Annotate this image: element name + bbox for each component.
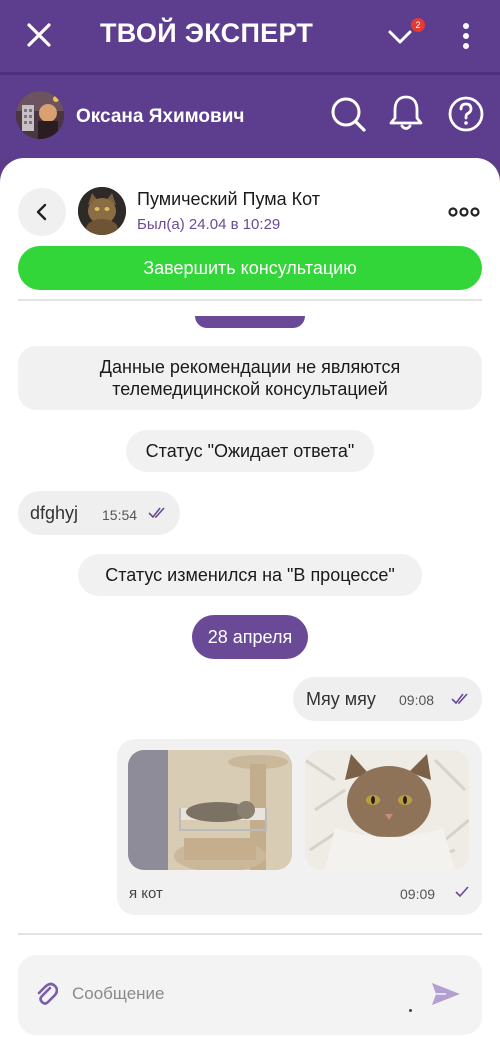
kebab-menu-icon[interactable] (452, 20, 480, 52)
double-check-icon (451, 693, 468, 705)
user-avatar[interactable] (16, 91, 64, 139)
incoming-message-text: dfghyj (30, 503, 79, 523)
contact-name: Пумический Пума Кот (137, 189, 321, 209)
single-check-icon (455, 886, 469, 898)
photo-caption: я кот (129, 885, 163, 902)
bell-icon[interactable] (386, 92, 426, 132)
chevron-left-icon (36, 203, 47, 221)
message-input[interactable] (72, 979, 402, 1009)
search-icon[interactable] (328, 94, 368, 134)
message-composer (18, 955, 482, 1035)
user-name: Оксана Яхимович (76, 106, 245, 127)
disclaimer-line-1: Данные рекомендации не являются (99, 357, 401, 377)
user-bar: Оксана Яхимович (0, 75, 500, 160)
status-waiting-message: Статус "Ожидает ответа" (126, 430, 374, 472)
incoming-message-time: 15:54 (102, 507, 138, 523)
app-title: ТВОЙ ЭКСПЕРТ (100, 18, 314, 48)
date-separator: 28 апреля (192, 615, 308, 659)
photo-message[interactable]: я кот 09:09 (117, 739, 482, 915)
disclaimer-line-2: телемедицинской консультацией (112, 379, 388, 399)
cursor-dot (409, 1009, 412, 1012)
photo-message-time: 09:09 (400, 886, 436, 902)
header-divider (18, 299, 482, 301)
more-options-icon[interactable] (446, 202, 482, 222)
app-bar: ТВОЙ ЭКСПЕРТ (0, 0, 500, 72)
back-button[interactable] (18, 188, 66, 236)
close-icon[interactable] (22, 18, 56, 52)
disclaimer-message: Данные рекомендации не являются телемеди… (18, 346, 482, 410)
chat-sheet: Пумический Пума Кот Был(а) 24.04 в 10:29… (0, 158, 500, 1053)
finish-consultation-button[interactable]: Завершить консультацию (18, 246, 482, 290)
double-check-icon (148, 507, 165, 519)
paperclip-icon[interactable] (34, 980, 58, 1008)
last-seen: Был(а) 24.04 в 10:29 (137, 216, 281, 233)
incoming-message[interactable]: dfghyj 15:54 (18, 491, 180, 535)
outgoing-message-time: 09:08 (399, 692, 435, 708)
cat-photo-2[interactable] (305, 750, 469, 870)
outgoing-message-text: Мяу мяу (306, 689, 376, 709)
status-changed-message: Статус изменился на "В процессе" (78, 554, 422, 596)
cat-photo-1[interactable] (128, 750, 292, 870)
contact-avatar[interactable] (78, 187, 126, 235)
help-icon[interactable] (446, 94, 486, 134)
notification-badge: 2 (411, 18, 425, 32)
date-separator-partial (195, 316, 305, 328)
composer-divider (18, 933, 482, 935)
outgoing-message[interactable]: Мяу мяу 09:08 (293, 677, 482, 721)
send-icon[interactable] (430, 980, 462, 1008)
